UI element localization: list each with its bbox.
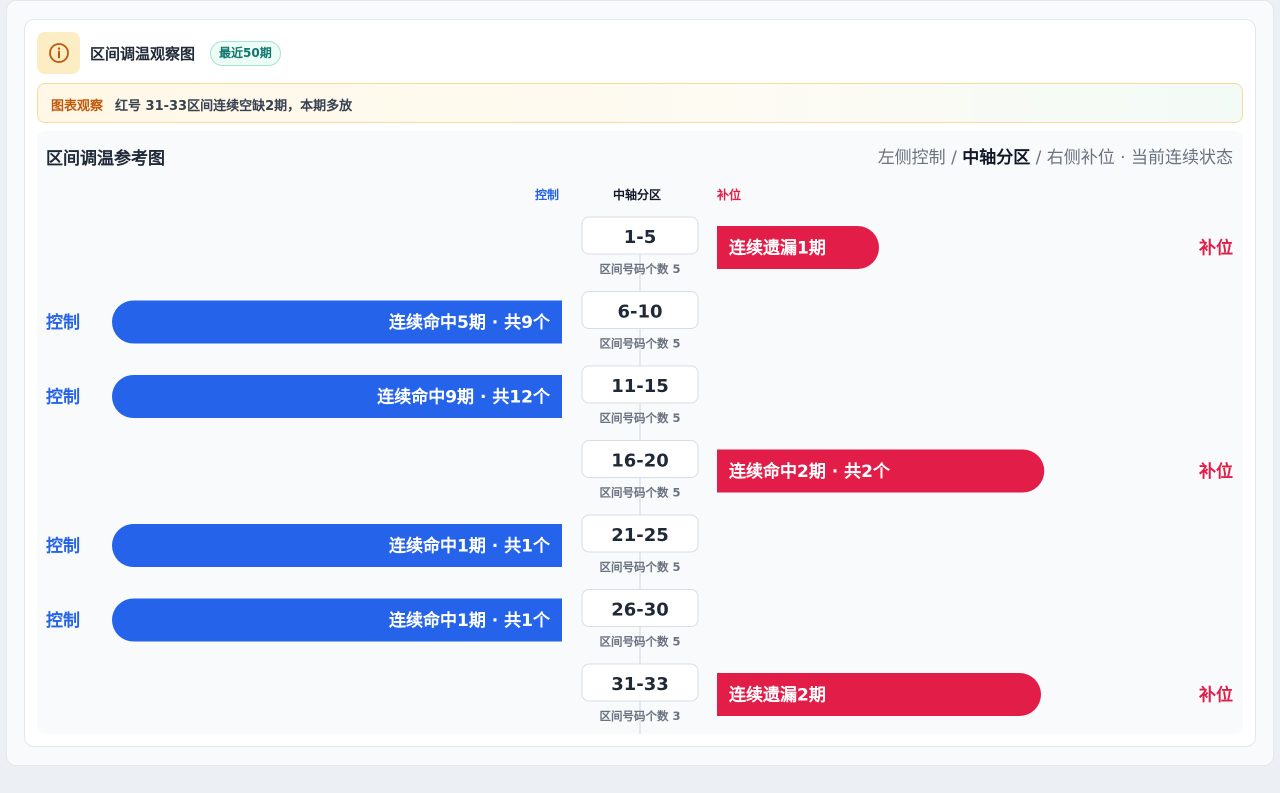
side-label-control: 控制 (46, 387, 80, 408)
zone-count-label: 区间号码个数 3 (599, 709, 680, 723)
info-icon (37, 32, 80, 74)
side-label-control: 控制 (46, 536, 80, 557)
zone-count-label: 区间号码个数 5 (599, 337, 680, 351)
zone-chart: 1-5区间号码个数 5连续遗漏1期 补位6-10区间号码个数 5连续命中5期 · … (46, 216, 1233, 734)
side-label-control: 控制 (46, 610, 80, 631)
page-title: 区间调温观察图 (90, 45, 196, 63)
zone-count-label: 区间号码个数 5 (599, 262, 680, 276)
zone-label: 11-15 (611, 376, 669, 397)
bar-label: 连续命中1期 · 共1个 (389, 610, 551, 631)
chart-panel: 区间调温参考图 左侧控制 / 中轴分区 / 右侧补位 · 当前连续状态 控制 中… (37, 131, 1243, 734)
bar-label: 连续遗漏1期 (729, 238, 826, 259)
range-badge: 最近50期 (210, 41, 281, 66)
zone-label: 21-25 (611, 525, 669, 546)
zone-label: 6-10 (617, 302, 662, 323)
side-label-control: 控制 (46, 312, 80, 333)
side-label-fill: 补位 (1198, 461, 1233, 482)
bar-label: 连续命中2期 · 共2个 (729, 461, 891, 482)
zone-count-label: 区间号码个数 5 (599, 560, 680, 574)
observation-text: 红号 31-33区间连续空缺2期，本期多放 (115, 99, 353, 114)
bar-label: 连续命中9期 · 共12个 (377, 387, 551, 408)
zone-label: 26-30 (611, 600, 669, 621)
zone-count-label: 区间号码个数 5 (599, 411, 680, 425)
zone-label: 1-5 (624, 227, 657, 248)
bar-label: 连续命中1期 · 共1个 (389, 536, 551, 557)
observation-bar: 图表观察 红号 31-33区间连续空缺2期，本期多放 (37, 83, 1243, 123)
observation-label: 图表观察 (51, 99, 104, 114)
zone-label: 31-33 (611, 674, 669, 695)
zone-count-label: 区间号码个数 5 (599, 486, 680, 500)
side-label-fill: 补位 (1198, 238, 1233, 259)
bar-label: 连续命中5期 · 共9个 (389, 312, 551, 333)
zone-label: 16-20 (611, 451, 669, 472)
zone-count-label: 区间号码个数 5 (599, 635, 680, 649)
side-label-fill: 补位 (1198, 685, 1233, 706)
bar-label: 连续遗漏2期 (729, 685, 826, 706)
